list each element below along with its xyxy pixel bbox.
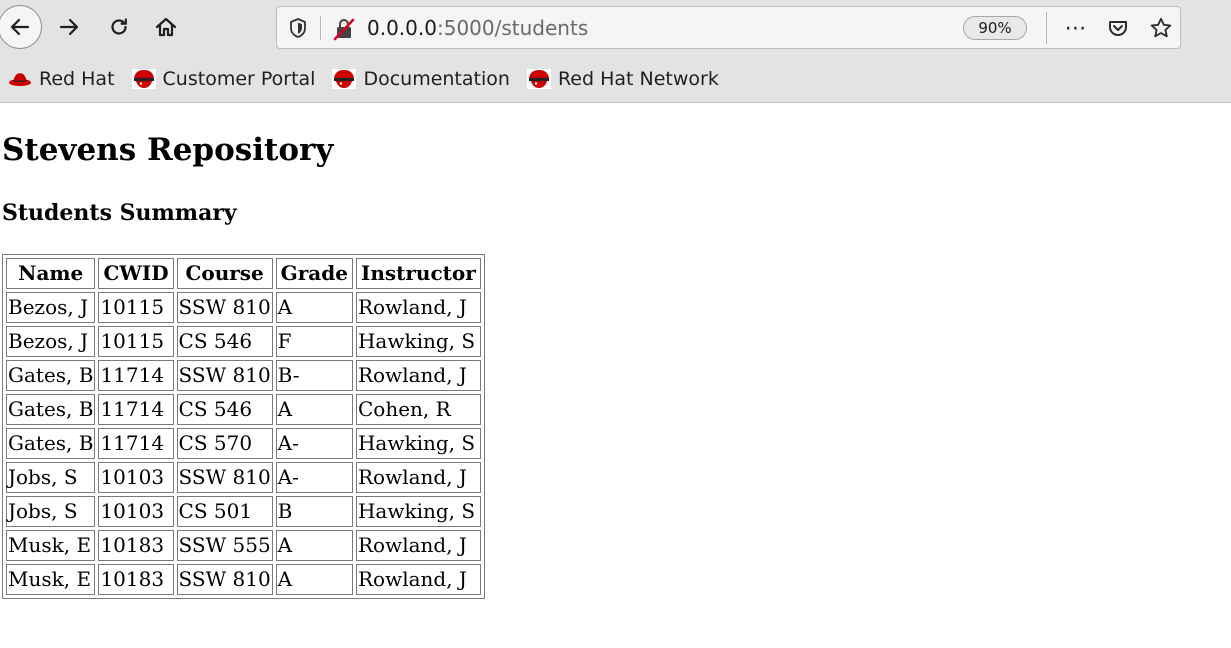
cell-instructor: Hawking, S <box>355 326 481 357</box>
cell-cwid: 11714 <box>98 360 174 391</box>
table-header-row: Name CWID Course Grade Instructor <box>6 258 481 289</box>
cell-cwid: 10115 <box>98 326 174 357</box>
cell-grade: A <box>275 564 353 595</box>
cell-course: CS 546 <box>176 394 273 425</box>
cell-instructor: Rowland, J <box>355 564 481 595</box>
cell-instructor: Rowland, J <box>355 360 481 391</box>
bookmark-red-hat-network[interactable]: Red Hat Network <box>526 68 719 90</box>
column-header-grade: Grade <box>275 258 353 289</box>
page-actions-more-icon[interactable]: ⋯ <box>1059 13 1093 43</box>
bookmark-label: Red Hat Network <box>557 68 719 90</box>
table-row: Gates, B 11714 CS 546 A Cohen, R <box>6 394 481 425</box>
cell-grade: F <box>275 326 353 357</box>
cell-course: SSW 810 <box>176 292 273 323</box>
arrow-right-icon <box>59 18 79 36</box>
address-bar[interactable]: 0.0.0.0:5000/students 90% ⋯ <box>276 6 1181 49</box>
cell-name: Musk, E <box>6 530 96 561</box>
cell-course: SSW 555 <box>176 530 273 561</box>
redhat-shadowman-icon <box>131 69 156 89</box>
cell-cwid: 11714 <box>98 394 174 425</box>
redhat-shadowman-icon <box>332 69 357 89</box>
cell-instructor: Hawking, S <box>355 496 481 527</box>
reload-button[interactable] <box>98 6 140 48</box>
table-row: Jobs, S 10103 SSW 810 A- Rowland, J <box>6 462 481 493</box>
cell-grade: A- <box>275 428 353 459</box>
bookmark-documentation[interactable]: Documentation <box>332 68 510 90</box>
column-header-instructor: Instructor <box>355 258 481 289</box>
bookmark-star-icon[interactable] <box>1143 13 1179 43</box>
page-subtitle: Students Summary <box>2 200 237 226</box>
cell-course: SSW 810 <box>176 564 273 595</box>
url-separator-2 <box>1046 12 1047 44</box>
cell-course: CS 546 <box>176 326 273 357</box>
arrow-left-icon <box>10 18 30 36</box>
cell-course: CS 570 <box>176 428 273 459</box>
url-text[interactable]: 0.0.0.0:5000/students <box>367 16 588 40</box>
zoom-level-badge[interactable]: 90% <box>963 16 1027 40</box>
insecure-lock-icon[interactable] <box>332 17 356 45</box>
bookmark-label: Customer Portal <box>162 68 316 90</box>
redhat-shadowman-icon <box>526 69 551 89</box>
url-path: :5000/students <box>436 16 589 40</box>
home-button[interactable] <box>145 6 187 48</box>
cell-cwid: 10183 <box>98 564 174 595</box>
cell-instructor: Rowland, J <box>355 530 481 561</box>
table-row: Jobs, S 10103 CS 501 B Hawking, S <box>6 496 481 527</box>
url-host: 0.0.0.0 <box>367 16 437 40</box>
students-table: Name CWID Course Grade Instructor Bezos,… <box>2 254 485 599</box>
back-button[interactable] <box>0 5 42 49</box>
cell-name: Jobs, S <box>6 496 96 527</box>
cell-course: SSW 810 <box>176 360 273 391</box>
tracking-shield-icon[interactable] <box>287 16 309 44</box>
reload-icon <box>111 18 127 35</box>
page-title: Stevens Repository <box>2 132 334 168</box>
browser-toolbar: 0.0.0.0:5000/students 90% ⋯ Red Hat Cust… <box>0 0 1231 103</box>
cell-grade: A <box>275 292 353 323</box>
table-row: Bezos, J 10115 CS 546 F Hawking, S <box>6 326 481 357</box>
table-row: Gates, B 11714 SSW 810 B- Rowland, J <box>6 360 481 391</box>
bookmark-label: Red Hat <box>39 68 115 90</box>
cell-cwid: 10115 <box>98 292 174 323</box>
url-separator <box>320 16 321 40</box>
cell-instructor: Rowland, J <box>355 292 481 323</box>
bookmark-red-hat[interactable]: Red Hat <box>8 68 115 90</box>
cell-cwid: 10183 <box>98 530 174 561</box>
bookmarks-toolbar: Red Hat Customer Portal Documentation Re… <box>0 62 736 96</box>
table-row: Musk, E 10183 SSW 810 A Rowland, J <box>6 564 481 595</box>
cell-grade: A- <box>275 462 353 493</box>
cell-name: Gates, B <box>6 428 96 459</box>
bookmark-label: Documentation <box>363 68 510 90</box>
column-header-cwid: CWID <box>98 258 174 289</box>
cell-grade: B <box>275 496 353 527</box>
cell-name: Gates, B <box>6 360 96 391</box>
table-row: Musk, E 10183 SSW 555 A Rowland, J <box>6 530 481 561</box>
cell-instructor: Hawking, S <box>355 428 481 459</box>
page-content: Stevens Repository Students Summary Name… <box>0 103 1231 648</box>
cell-course: CS 501 <box>176 496 273 527</box>
cell-name: Musk, E <box>6 564 96 595</box>
home-icon <box>155 17 177 37</box>
cell-grade: A <box>275 394 353 425</box>
table-row: Bezos, J 10115 SSW 810 A Rowland, J <box>6 292 481 323</box>
cell-name: Gates, B <box>6 394 96 425</box>
column-header-course: Course <box>176 258 273 289</box>
cell-grade: B- <box>275 360 353 391</box>
cell-cwid: 10103 <box>98 462 174 493</box>
cell-name: Jobs, S <box>6 462 96 493</box>
bookmark-customer-portal[interactable]: Customer Portal <box>131 68 316 90</box>
column-header-name: Name <box>6 258 96 289</box>
cell-name: Bezos, J <box>6 326 96 357</box>
cell-instructor: Rowland, J <box>355 462 481 493</box>
cell-grade: A <box>275 530 353 561</box>
table-row: Gates, B 11714 CS 570 A- Hawking, S <box>6 428 481 459</box>
cell-instructor: Cohen, R <box>355 394 481 425</box>
cell-cwid: 10103 <box>98 496 174 527</box>
pocket-icon[interactable] <box>1100 13 1136 43</box>
redhat-hat-icon <box>9 73 31 87</box>
cell-cwid: 11714 <box>98 428 174 459</box>
cell-course: SSW 810 <box>176 462 273 493</box>
cell-name: Bezos, J <box>6 292 96 323</box>
forward-button[interactable] <box>48 6 90 48</box>
